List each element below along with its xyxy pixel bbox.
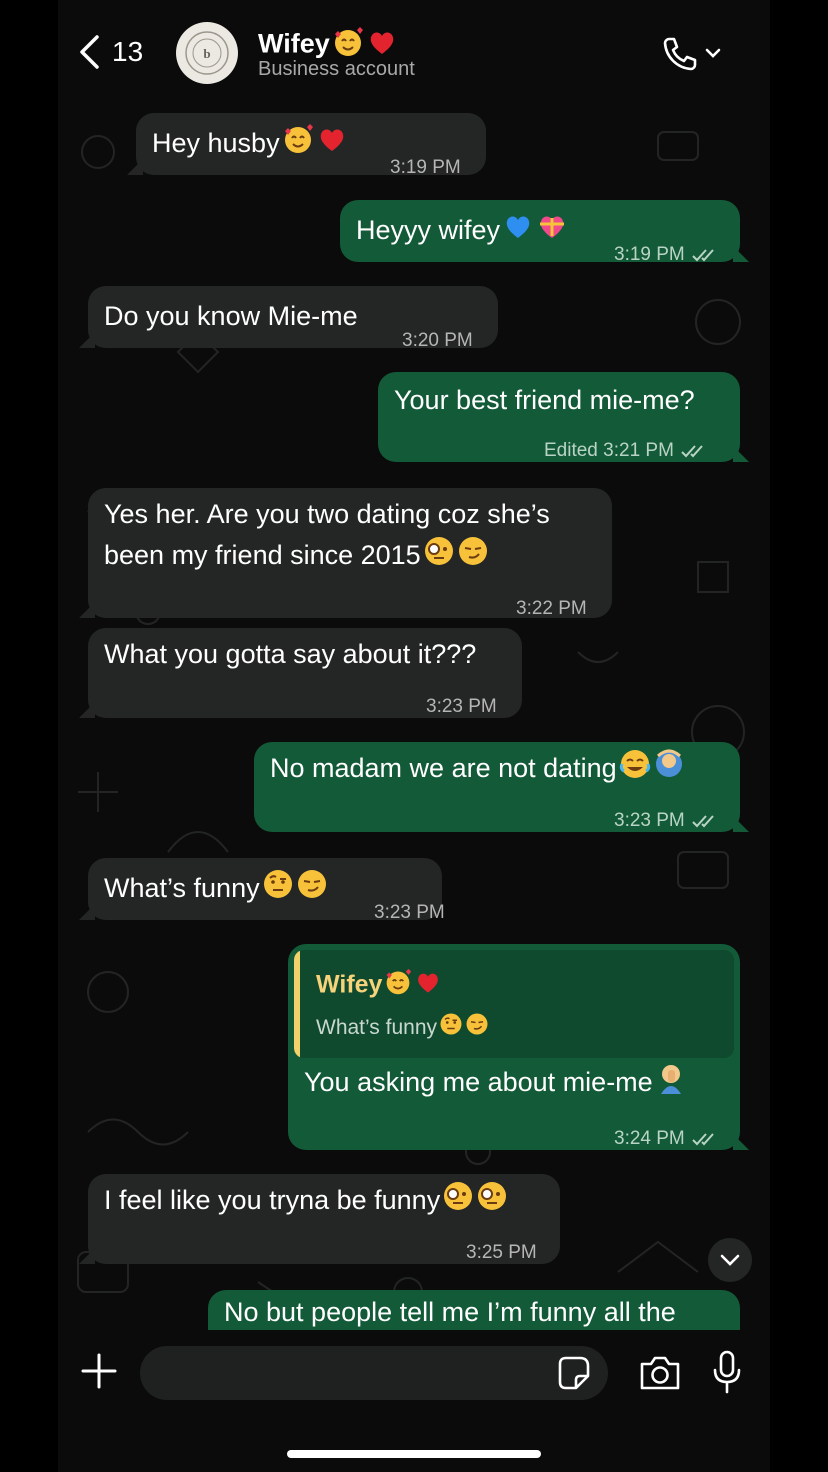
message-time: 3:25 PM xyxy=(466,1242,537,1263)
face-with-raised-eyebrow-icon xyxy=(262,868,294,912)
chevron-down-icon xyxy=(720,1254,740,1266)
smiling-face-hearts-icon xyxy=(282,123,314,167)
message-text: Your best friend mie-me? xyxy=(394,385,695,415)
sticker-icon[interactable] xyxy=(554,1354,592,1392)
message-time: 3:23 PM xyxy=(614,800,719,841)
quoted-sender: Wifey xyxy=(316,968,442,1004)
message-time: 3:19 PM xyxy=(390,157,461,178)
microphone-icon[interactable] xyxy=(712,1350,742,1394)
composer-bar xyxy=(58,1330,770,1472)
camera-icon[interactable] xyxy=(638,1354,682,1392)
message-time: 3:19 PM xyxy=(614,234,719,275)
phone-icon xyxy=(663,37,697,71)
message-outgoing[interactable]: Your best friend mie-me? Edited 3:21 PM xyxy=(378,372,749,462)
face-with-raised-eyebrow-icon xyxy=(439,1012,463,1045)
business-logo-icon: b xyxy=(185,31,229,75)
message-time: 3:20 PM xyxy=(402,330,473,351)
quoted-message[interactable]: Wifey What’s funny xyxy=(294,950,734,1058)
smirking-face-icon xyxy=(296,868,328,912)
read-ticks-icon xyxy=(692,249,714,262)
red-heart-icon xyxy=(414,968,442,1004)
red-heart-icon xyxy=(316,123,348,167)
heart-with-ribbon-icon xyxy=(536,210,568,254)
message-outgoing-partial[interactable]: No but people tell me I’m funny all the xyxy=(208,1290,740,1332)
message-incoming[interactable]: What you gotta say about it??? 3:23 PM xyxy=(79,628,522,718)
smiling-face-hearts-icon xyxy=(384,968,412,1004)
blue-heart-icon xyxy=(502,210,534,254)
face-with-monocle-icon xyxy=(442,1180,474,1224)
unread-count: 13 xyxy=(112,36,144,67)
quoted-text: What’s funny xyxy=(316,1012,489,1045)
read-ticks-icon xyxy=(681,445,703,458)
avatar[interactable]: b xyxy=(176,22,238,84)
message-incoming[interactable]: I feel like you tryna be funny 3:25 PM xyxy=(79,1174,560,1264)
face-with-monocle-icon xyxy=(423,535,455,579)
person-facepalming-icon xyxy=(655,1062,687,1106)
chat-screen: 13 b Wifey Business account Hey husby 3:… xyxy=(58,0,770,1472)
message-text: What you gotta say about it??? xyxy=(104,639,477,669)
chevron-down-icon xyxy=(705,48,721,58)
quote-accent-bar xyxy=(294,950,300,1058)
message-time: Edited 3:21 PM xyxy=(544,430,708,471)
message-outgoing[interactable]: Heyyy wifey 3:19 PM xyxy=(340,200,749,265)
chevron-left-icon xyxy=(80,35,99,69)
message-text: Heyyy wifey xyxy=(356,210,568,254)
message-text-line: been my friend since 2015 xyxy=(104,535,489,579)
chat-wallpaper[interactable]: Hey husby 3:19 PM Heyyy wifey 3:19 PM Do… xyxy=(58,92,770,1332)
read-ticks-icon xyxy=(692,1133,714,1146)
smirking-face-icon xyxy=(457,535,489,579)
message-outgoing-reply[interactable]: Wifey What’s funny You asking me about m… xyxy=(288,944,749,1150)
message-time: 3:24 PM xyxy=(614,1118,719,1159)
message-time: 3:23 PM xyxy=(426,696,497,717)
call-button[interactable] xyxy=(660,34,730,74)
scroll-to-bottom-button[interactable] xyxy=(708,1238,752,1282)
message-time: 3:22 PM xyxy=(516,598,587,619)
message-text: I feel like you tryna be funny xyxy=(104,1180,508,1224)
message-incoming[interactable]: Do you know Mie-me 3:20 PM xyxy=(79,286,498,351)
person-gesturing-ok-icon xyxy=(653,748,685,792)
smirking-face-icon xyxy=(465,1012,489,1045)
message-text: What’s funny xyxy=(104,868,328,912)
message-text-line: Yes her. Are you two dating coz she’s xyxy=(104,499,550,529)
message-outgoing[interactable]: No madam we are not dating 3:23 PM xyxy=(254,742,749,832)
message-text: Do you know Mie-me xyxy=(104,301,358,331)
message-incoming[interactable]: Yes her. Are you two dating coz she’s be… xyxy=(79,488,612,619)
back-button[interactable]: 13 xyxy=(78,30,168,74)
face-with-tears-of-joy-icon xyxy=(619,748,651,792)
message-time: 3:23 PM xyxy=(374,902,445,923)
svg-text:b: b xyxy=(203,46,210,61)
message-text: No but people tell me I’m funny all the xyxy=(224,1297,676,1327)
home-indicator xyxy=(287,1450,541,1458)
face-with-monocle-icon xyxy=(476,1180,508,1224)
account-type-label: Business account xyxy=(258,58,415,80)
message-incoming[interactable]: What’s funny 3:23 PM xyxy=(79,858,445,923)
chat-header: 13 b Wifey Business account xyxy=(58,0,770,92)
message-incoming[interactable]: Hey husby 3:19 PM xyxy=(127,113,486,178)
message-input[interactable] xyxy=(140,1346,608,1400)
read-ticks-icon xyxy=(692,815,714,828)
message-text: No madam we are not dating xyxy=(270,748,685,792)
message-text: You asking me about mie-me xyxy=(304,1062,687,1106)
plus-icon[interactable] xyxy=(80,1352,118,1390)
message-text: Hey husby xyxy=(152,123,348,167)
